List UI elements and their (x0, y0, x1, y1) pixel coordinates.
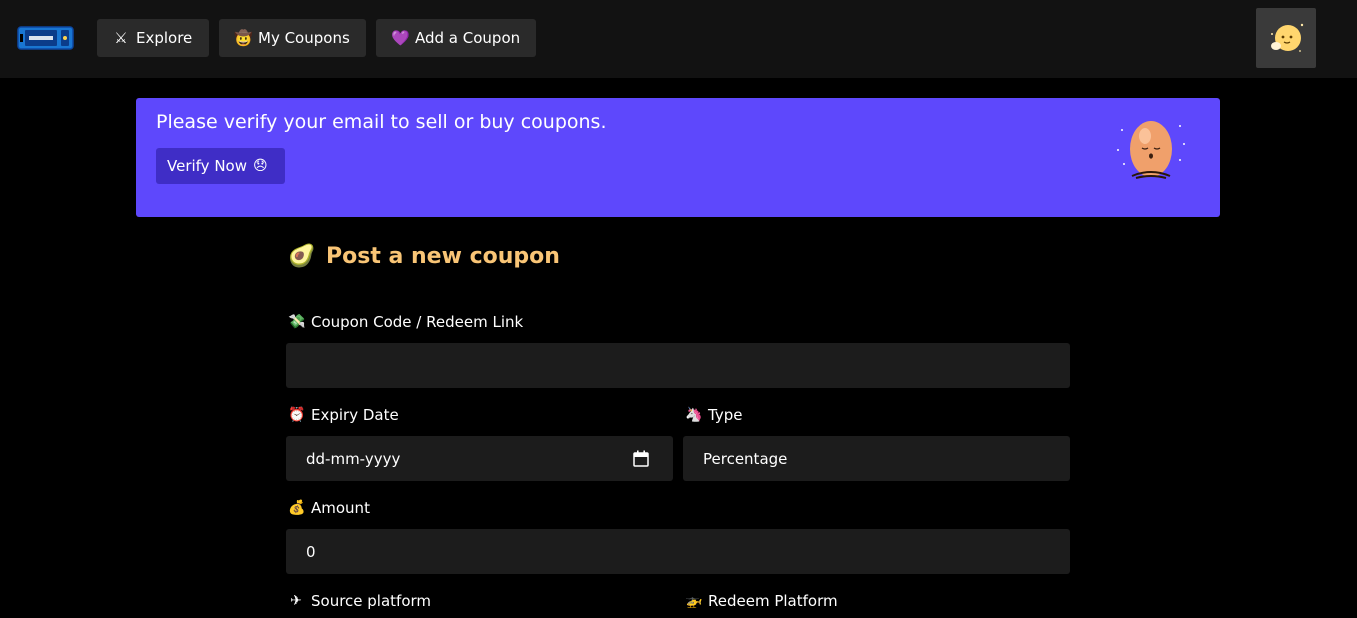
nav-my-coupons-button[interactable]: 🤠 My Coupons (219, 19, 366, 57)
redeem-platform-label-text: Redeem Platform (708, 592, 838, 610)
verify-now-button[interactable]: Verify Now 😞 (156, 148, 285, 184)
coupon-code-input[interactable] (286, 343, 1070, 388)
meditating-egg-icon (1117, 121, 1185, 179)
expiry-date-label: ⏰ Expiry Date (288, 406, 399, 424)
form-title: 🥑 Post a new coupon (288, 244, 560, 269)
expiry-date-value: dd-mm-yyyy (306, 449, 401, 468)
nav-explore-label: Explore (136, 29, 193, 47)
amount-input[interactable]: 0 (286, 529, 1070, 574)
source-platform-label: ✈ Source platform (288, 592, 431, 610)
crossed-swords-icon: ⚔ (114, 29, 128, 47)
banner-message: Please verify your email to sell or buy … (156, 111, 607, 133)
nav-explore-button[interactable]: ⚔ Explore (97, 19, 209, 57)
verify-now-label: Verify Now (167, 157, 247, 175)
source-platform-label-text: Source platform (311, 592, 432, 610)
alarm-clock-icon: ⏰ (288, 407, 306, 423)
expiry-date-label-text: Expiry Date (311, 406, 399, 424)
avocado-icon: 🥑 (288, 244, 316, 269)
amount-label: 💰 Amount (288, 499, 370, 517)
moon-face-icon (1271, 23, 1304, 52)
coupon-logo-icon[interactable] (17, 25, 74, 51)
airplane-icon: ✈ (290, 593, 302, 609)
disappointed-face-icon: 😞 (253, 158, 268, 174)
coupon-code-label: 💸 Coupon Code / Redeem Link (288, 313, 523, 331)
type-select[interactable]: Percentage (683, 436, 1070, 481)
money-bag-icon: 💰 (288, 500, 306, 516)
calendar-icon[interactable] (633, 450, 649, 467)
top-navbar: ⚔ Explore 🤠 My Coupons 💜 Add a Coupon (0, 0, 1357, 78)
expiry-date-input[interactable]: dd-mm-yyyy (286, 436, 673, 481)
cowboy-face-icon: 🤠 (234, 29, 253, 47)
coupon-code-label-text: Coupon Code / Redeem Link (311, 313, 524, 331)
money-wings-icon: 💸 (288, 314, 306, 330)
type-label: 🦄 Type (685, 406, 742, 424)
verify-email-banner: Please verify your email to sell or buy … (136, 98, 1220, 217)
form-title-text: Post a new coupon (326, 244, 560, 269)
unicorn-icon: 🦄 (685, 407, 703, 423)
amount-label-text: Amount (311, 499, 370, 517)
type-label-text: Type (708, 406, 743, 424)
redeem-platform-label: 🚁 Redeem Platform (685, 592, 838, 610)
nav-add-coupon-label: Add a Coupon (415, 29, 521, 47)
helicopter-icon: 🚁 (685, 593, 703, 609)
purple-heart-icon: 💜 (391, 29, 410, 47)
nav-my-coupons-label: My Coupons (258, 29, 350, 47)
user-avatar[interactable] (1256, 8, 1316, 68)
nav-add-coupon-button[interactable]: 💜 Add a Coupon (376, 19, 536, 57)
